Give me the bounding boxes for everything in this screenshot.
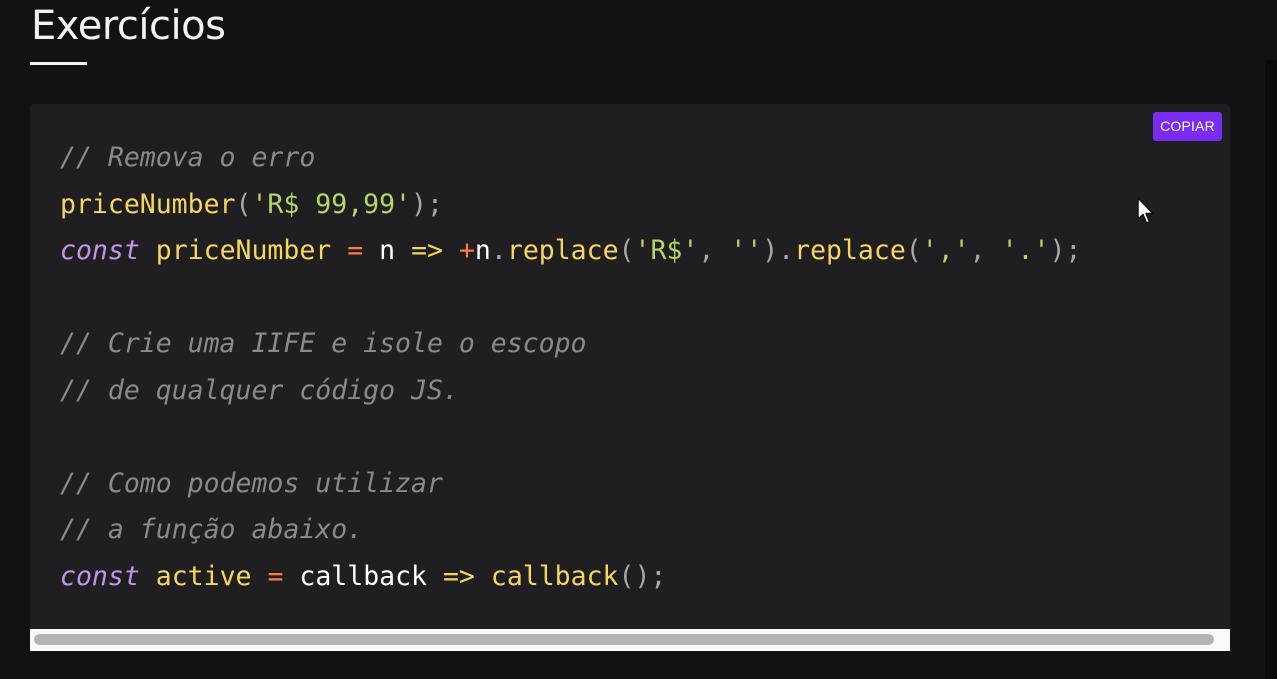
code-token: // a função abaixo. bbox=[60, 514, 364, 545]
code-token: callback bbox=[283, 560, 443, 592]
code-token: '.' bbox=[1001, 235, 1050, 266]
code-token: = bbox=[267, 560, 284, 592]
code-token: = bbox=[347, 235, 364, 266]
code-token: callback bbox=[490, 560, 619, 592]
code-line: // de qualquer código JS. bbox=[60, 368, 1081, 415]
code-line: // Como podemos utilizar bbox=[60, 461, 1081, 508]
code-token: n bbox=[474, 235, 491, 266]
code-line: const priceNumber = n => +n.replace('R$'… bbox=[60, 228, 1081, 275]
code-token: replace bbox=[794, 235, 906, 266]
code-line: priceNumber('R$ 99,99'); bbox=[60, 182, 1081, 229]
title-underline bbox=[30, 62, 87, 65]
copy-button[interactable]: COPIAR bbox=[1153, 112, 1222, 141]
scrollbar-thumb[interactable] bbox=[34, 634, 1214, 645]
code-token: '' bbox=[730, 235, 763, 266]
page-edge bbox=[1265, 60, 1277, 679]
horizontal-scrollbar[interactable] bbox=[30, 629, 1230, 651]
code-token: // de qualquer código JS. bbox=[60, 374, 459, 406]
code-token: (); bbox=[618, 560, 667, 592]
code-token: // Remova o erro bbox=[60, 142, 316, 173]
code-line: const active = callback => callback(); bbox=[60, 554, 1081, 601]
code-token: priceNumber bbox=[60, 188, 236, 220]
code-token: n bbox=[363, 235, 412, 266]
code-token: ( bbox=[905, 235, 922, 266]
code-token: // Como podemos utilizar bbox=[60, 467, 443, 499]
code-block: COPIAR // Remova o erro priceNumber('R$ 9… bbox=[30, 104, 1230, 629]
section-title: Exercícios bbox=[31, 3, 226, 49]
code-token: active bbox=[155, 560, 252, 592]
code-token: => bbox=[442, 560, 475, 592]
code-token: priceNumber bbox=[155, 235, 332, 266]
code-token: . bbox=[490, 235, 507, 266]
code-token: + bbox=[458, 235, 475, 266]
code-content[interactable]: // Remova o erro priceNumber('R$ 99,99');… bbox=[60, 135, 1081, 600]
code-token: ( bbox=[235, 188, 252, 220]
code-token: const bbox=[60, 235, 140, 266]
code-token: , bbox=[969, 235, 1002, 266]
code-token: const bbox=[60, 560, 140, 592]
code-token: // Crie uma IIFE e isole o escopo bbox=[60, 328, 587, 359]
code-token: ',' bbox=[921, 235, 970, 266]
code-token: 'R$ 99,99' bbox=[251, 188, 412, 220]
code-line: // Crie uma IIFE e isole o escopo bbox=[60, 321, 1081, 368]
mouse-cursor-icon bbox=[1137, 197, 1154, 224]
code-token: ); bbox=[411, 188, 443, 220]
code-token: ). bbox=[762, 235, 795, 266]
code-token: replace bbox=[506, 235, 619, 266]
code-token: 'R$' bbox=[634, 235, 699, 266]
code-token: ); bbox=[1049, 235, 1082, 266]
code-token: , bbox=[698, 235, 731, 266]
code-line: // Remova o erro bbox=[60, 135, 1081, 182]
code-line: // a função abaixo. bbox=[60, 507, 1081, 554]
code-token: => bbox=[411, 235, 443, 266]
code-token: ( bbox=[618, 235, 635, 266]
